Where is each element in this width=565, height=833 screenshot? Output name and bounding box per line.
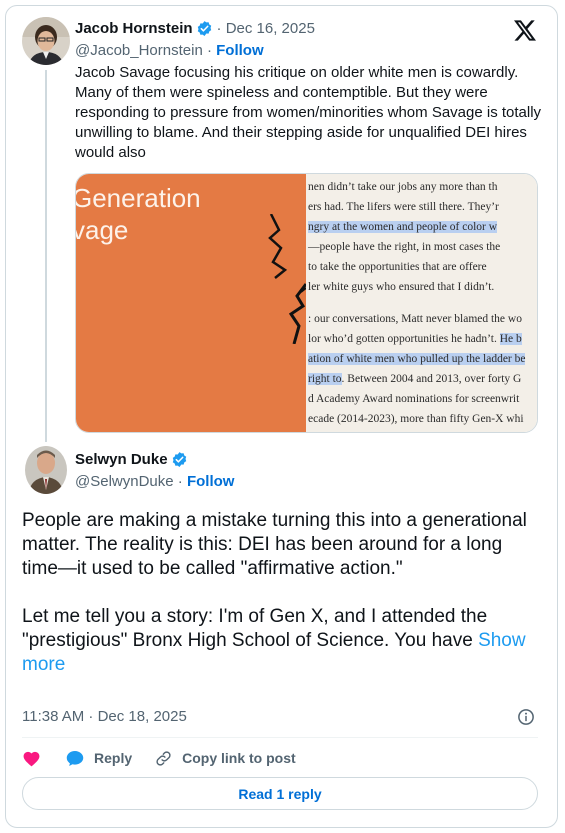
copy-link-label: Copy link to post: [182, 750, 296, 766]
read-replies-button[interactable]: Read 1 reply: [22, 777, 538, 810]
page-text-line: —people have the right, in most cases th…: [308, 237, 500, 257]
page-text: ecade (2014-2023), more than fifty Gen-X…: [308, 413, 524, 425]
page-text-line: d Academy Award nominations for screenwr…: [308, 389, 519, 409]
page-text-line: lor who’d gotten opportunities he hadn’t…: [308, 329, 522, 349]
reply-handle-row: @SelwynDuke · Follow: [75, 473, 234, 490]
book-page: nen didn’t take our jobs any more than t…: [306, 174, 537, 432]
page-text-line: ngry at the women and people of color w: [308, 217, 498, 237]
page-text: : our conversations, Matt never blamed t…: [308, 313, 522, 325]
page-text: . Between 2004 and 2013, over forty G: [341, 373, 522, 385]
page-text-line: ated—alongside just six white male mille…: [308, 429, 522, 432]
page-text: lor who’d gotten opportunities he hadn’t…: [308, 333, 500, 345]
post-timestamp[interactable]: 11:38 AM · Dec 18, 2025: [22, 708, 187, 725]
highlighted-text: He b: [499, 333, 522, 345]
page-text: ers had. The lifers were still there. Th…: [308, 201, 499, 213]
highlighted-text: ngry at the women and people of color w: [308, 221, 498, 233]
highlighted-text: right to: [308, 373, 342, 385]
page-text: —people have the right, in most cases th…: [308, 241, 501, 253]
reply-paragraph-1: People are making a mistake turning this…: [22, 510, 527, 579]
link-icon: [155, 750, 172, 767]
page-text-line: ers had. The lifers were still there. Th…: [308, 197, 499, 217]
selwyn-duke-avatar[interactable]: [25, 446, 67, 494]
reply-bubble-icon: [66, 750, 84, 767]
follow-button[interactable]: Follow: [216, 42, 264, 59]
book-cover: Generation vage: [75, 174, 306, 432]
info-icon[interactable]: [517, 708, 535, 726]
author-name[interactable]: Selwyn Duke: [75, 451, 168, 468]
verified-badge-icon: [171, 451, 188, 468]
page-text: d Academy Award nominations for screenwr…: [308, 393, 520, 405]
reply-paragraph-2: Let me tell you a story: I'm of Gen X, a…: [22, 605, 542, 677]
follow-button[interactable]: Follow: [187, 473, 235, 490]
thread-connector-line: [45, 70, 47, 442]
x-logo-icon[interactable]: [514, 20, 536, 41]
copy-link-button[interactable]: Copy link to post: [155, 750, 296, 767]
cover-title-line1: Generation: [75, 183, 201, 213]
separator-dot: ·: [173, 473, 187, 490]
post-image[interactable]: Generation vage nen didn’t take our jobs…: [75, 173, 538, 433]
reply-button[interactable]: Reply: [66, 750, 132, 767]
reply-post-text: People are making a mistake turning this…: [22, 509, 542, 677]
author-name[interactable]: Jacob Hornstein: [75, 20, 193, 37]
page-text: nen didn’t take our jobs any more than t…: [308, 181, 498, 193]
cover-title: Generation vage: [75, 182, 201, 246]
page-text-line: right to. Between 2004 and 2013, over fo…: [308, 369, 521, 389]
heart-icon: [22, 749, 41, 767]
author-handle[interactable]: @SelwynDuke: [75, 473, 174, 490]
page-text-line: ation of white men who pulled up the lad…: [308, 349, 526, 369]
highlighted-text: ation of white men who pulled up the lad…: [308, 353, 526, 365]
verified-badge-icon: [196, 20, 213, 37]
action-bar: Reply Copy link to post: [22, 748, 296, 768]
parent-handle-row: @Jacob_Hornstein · Follow: [75, 42, 264, 59]
separator-dot: ·: [202, 42, 217, 59]
divider: [22, 737, 538, 738]
page-text-line: to take the opportunities that are offer…: [308, 257, 487, 277]
page-text-line: nen didn’t take our jobs any more than t…: [308, 177, 498, 197]
page-text-line: ler white guys who ensured that I didn’t…: [308, 277, 494, 297]
crack-graphic: [268, 214, 306, 344]
reply-label: Reply: [94, 750, 133, 766]
page-text-line: ecade (2014-2023), more than fifty Gen-X…: [308, 409, 524, 429]
post-date[interactable]: · Dec 16, 2025: [217, 20, 315, 37]
like-button[interactable]: [22, 749, 41, 767]
author-handle[interactable]: @Jacob_Hornstein: [75, 42, 203, 59]
reply-paragraph-2-text: Let me tell you a story: I'm of Gen X, a…: [22, 606, 488, 651]
jacob-hornstein-avatar[interactable]: [22, 17, 70, 65]
parent-post-text: Jacob Savage focusing his critique on ol…: [75, 64, 542, 161]
page-text-line: : our conversations, Matt never blamed t…: [308, 309, 522, 329]
cover-title-line2: vage: [75, 215, 129, 245]
page-text: ler white guys who ensured that I didn’t…: [308, 281, 495, 293]
page-text: to take the opportunities that are offer…: [308, 261, 487, 273]
parent-author-row: Jacob Hornstein · Dec 16, 2025: [75, 20, 315, 37]
reply-author-row: Selwyn Duke: [75, 451, 188, 468]
